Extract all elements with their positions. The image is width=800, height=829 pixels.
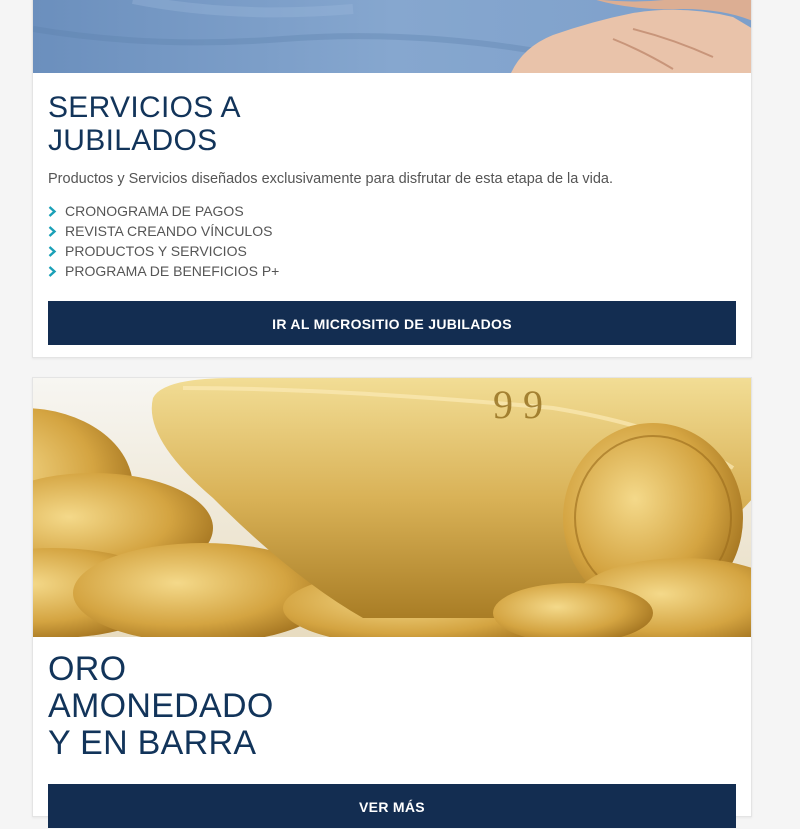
microsite-jubilados-button[interactable]: IR AL MICROSITIO DE JUBILADOS [48,301,736,345]
link-productos[interactable]: PRODUCTOS Y SERVICIOS [48,241,736,261]
oro-title: ORO AMONEDADO Y EN BARRA [48,637,736,762]
sweater-hand-illustration [33,0,751,73]
title-line: AMONEDADO [48,687,274,725]
chevron-right-icon [48,241,57,261]
title-line: JUBILADOS [48,124,218,157]
jubilados-card: SERVICIOS A JUBILADOS Productos y Servic… [32,0,752,358]
jubilados-hero-image [33,0,751,73]
gold-bar-coins-illustration: 9 9 [33,378,751,637]
title-line: Y EN BARRA [48,724,257,762]
link-revista[interactable]: REVISTA CREANDO VÍNCULOS [48,221,736,241]
jubilados-title: SERVICIOS A JUBILADOS [48,73,736,157]
jubilados-description: Productos y Servicios diseñados exclusiv… [48,171,614,187]
title-line: SERVICIOS A [48,91,241,124]
link-label: REVISTA CREANDO VÍNCULOS [65,223,273,239]
jubilados-links: CRONOGRAMA DE PAGOS REVISTA CREANDO VÍNC… [48,201,736,281]
chevron-right-icon [48,261,57,281]
oro-card: 9 9 ORO AMONEDADO Y EN BARRA VER MÁS [32,377,752,828]
svg-text:9 9: 9 9 [493,382,543,427]
chevron-right-icon [48,221,57,241]
link-cronograma[interactable]: CRONOGRAMA DE PAGOS [48,201,736,221]
link-label: PROGRAMA DE BENEFICIOS P+ [65,263,280,279]
oro-hero-image: 9 9 [33,378,751,637]
link-beneficios[interactable]: PROGRAMA DE BENEFICIOS P+ [48,261,736,281]
link-label: PRODUCTOS Y SERVICIOS [65,243,247,259]
ver-mas-button[interactable]: VER MÁS [48,784,736,828]
chevron-right-icon [48,201,57,221]
link-label: CRONOGRAMA DE PAGOS [65,203,244,219]
title-line: ORO [48,650,127,688]
